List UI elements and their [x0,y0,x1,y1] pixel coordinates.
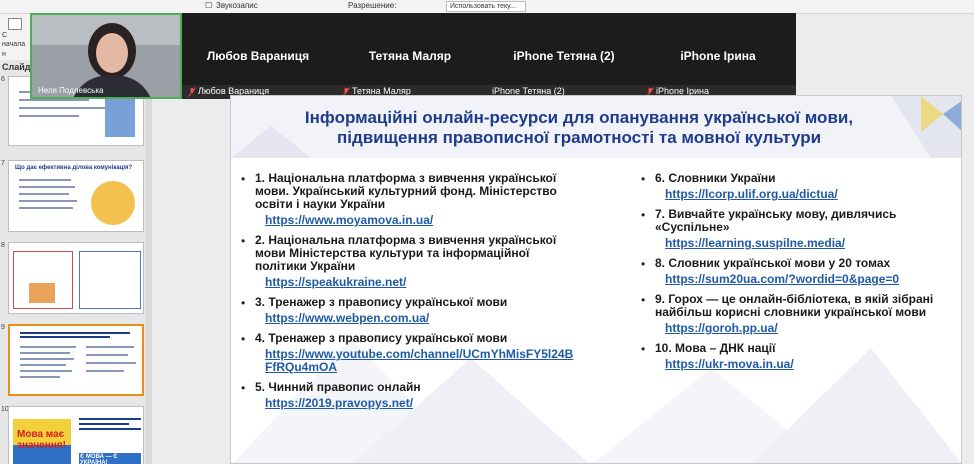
resource-link[interactable]: https://www.youtube.com/channel/UCmYhMis… [265,348,575,374]
resolution-label: Разрешение: [348,1,397,10]
slide-preview[interactable]: Мова має значення! Є МОВА — Є УКРАЇНА! [8,406,144,464]
self-name-label: Неля Подлевська [38,86,104,95]
resource-link[interactable]: https://learning.suspilne.media/ [665,237,941,250]
participant-tile[interactable]: Тетяна Маляр [334,13,486,85]
mic-muted-icon [188,87,196,97]
slide-number: 9 [1,324,5,331]
resource-text: 4. Тренажер з правопису української мови [255,331,508,345]
slide-header: Інформаційні онлайн-ресурси для опануван… [231,96,961,158]
resource-item: • 4. Тренажер з правопису української мо… [241,332,576,374]
slide-slogan: Є МОВА — Є УКРАЇНА! [79,453,141,464]
resources-left-column: • 1. Національна платформа з вивчення ук… [241,172,576,410]
resource-link[interactable]: https://sum20ua.com/?wordid=0&page=0 [665,273,941,286]
slide-number: 6 [1,76,5,83]
video-call-bar: Любов Вараниця Тетяна Маляр iPhone Тетян… [182,13,796,85]
resource-item: • 6. Словники України https://lcorp.ulif… [641,172,941,201]
participant-tile[interactable]: iPhone Тетяна (2) [488,13,640,85]
resource-link[interactable]: https://www.moyamova.in.ua/ [265,214,576,227]
resources-right-column: • 6. Словники України https://lcorp.ulif… [641,172,941,371]
resource-item: • 10. Мова – ДНК нації https://ukr-mova.… [641,342,941,371]
bullet: • [641,257,646,271]
bullet: • [641,342,646,356]
resource-link[interactable]: https://speakukraine.net/ [265,276,576,289]
bullet: • [241,332,246,346]
resolution-select[interactable]: Использовать теку... [446,1,526,12]
record-audio-icon[interactable]: ☐ [205,1,212,10]
resource-text: 1. Національна платформа з вивчення укра… [255,171,557,211]
group-label: н [2,51,6,58]
bullet: • [241,172,246,186]
participant-name: Тетяна Маляр [368,49,452,63]
slide-number: 8 [1,242,5,249]
resource-item: • 7. Вивчайте українську мову, дивлячись… [641,208,941,250]
slide-quote-lines [79,415,141,433]
resource-item: • 9. Горох — це онлайн-бібліотека, в які… [641,293,941,335]
participant-name: iPhone Ірина [680,49,756,63]
bullet: • [241,234,246,248]
slideshow-tools: С начала н [0,14,30,60]
resource-link[interactable]: https://2019.pravopys.net/ [265,397,576,410]
from-start-label[interactable]: С [2,32,7,39]
slide-preview[interactable]: Що дає ефективна ділова комунікація? [8,160,144,232]
slides-scrollbar[interactable] [146,60,152,464]
slides-panel: Слайды 6 7 Що дає ефективна ділова комун… [0,60,152,464]
resource-item: • 2. Національна платформа з вивчення ук… [241,234,576,289]
self-video-tile[interactable]: Неля Подлевська [30,13,182,99]
resource-item: • 3. Тренажер з правопису української мо… [241,296,576,325]
slide-preview-selected[interactable] [8,324,144,396]
bullet: • [241,381,246,395]
resource-item: • 1. Національна платформа з вивчення ук… [241,172,576,227]
from-start-sub[interactable]: начала [2,41,25,48]
resource-text: 3. Тренажер з правопису української мови [255,295,508,309]
record-audio-label[interactable]: Звукозапис [216,1,258,10]
slide-number: 7 [1,160,5,167]
resource-text: 2. Національна платформа з вивчення укра… [255,233,557,273]
resource-text: 9. Горох — це онлайн-бібліотека, в якій … [655,292,934,319]
resource-item: • 5. Чинний правопис онлайн https://2019… [241,381,576,410]
resource-text: 7. Вивчайте українську мову, дивлячись «… [655,207,897,234]
slideshow-start-icon[interactable] [8,18,22,30]
slide-preview[interactable] [8,242,144,314]
slide-canvas[interactable]: Інформаційні онлайн-ресурси для опануван… [230,95,962,464]
slide-title-line2: підвищення правописної грамотності та мо… [336,128,822,147]
resource-link[interactable]: https://goroh.pp.ua/ [665,322,941,335]
resource-text: 5. Чинний правопис онлайн [255,380,421,394]
participant-tile[interactable]: Любов Вараниця [182,13,334,85]
resource-link[interactable]: https://www.webpen.com.ua/ [265,312,576,325]
resource-text: 8. Словник української мови у 20 томах [655,256,891,270]
bullet: • [641,208,646,222]
slide-title: Інформаційні онлайн-ресурси для опануван… [259,108,899,148]
resource-link[interactable]: https://lcorp.ulif.org.ua/dictua/ [665,188,941,201]
resource-text: 6. Словники України [655,171,776,185]
slide-motto: Мова має значення! [17,429,66,451]
bullet: • [641,293,646,307]
bullet: • [241,296,246,310]
slide-title-line1: Інформаційні онлайн-ресурси для опануван… [304,108,854,127]
ribbon: ☐ Звукозапис Разрешение: Использовать те… [0,0,974,14]
participant-name: iPhone Тетяна (2) [513,49,615,63]
bullet: • [641,172,646,186]
participant-name: Любов Вараниця [206,49,310,63]
participant-tile[interactable]: iPhone Ірина [642,13,794,85]
resource-item: • 8. Словник української мови у 20 томах… [641,257,941,286]
resource-text: 10. Мова – ДНК нації [655,341,776,355]
slide-preview-title: Що дає ефективна ділова комунікація? [15,165,133,171]
resource-link[interactable]: https://ukr-mova.in.ua/ [665,358,941,371]
